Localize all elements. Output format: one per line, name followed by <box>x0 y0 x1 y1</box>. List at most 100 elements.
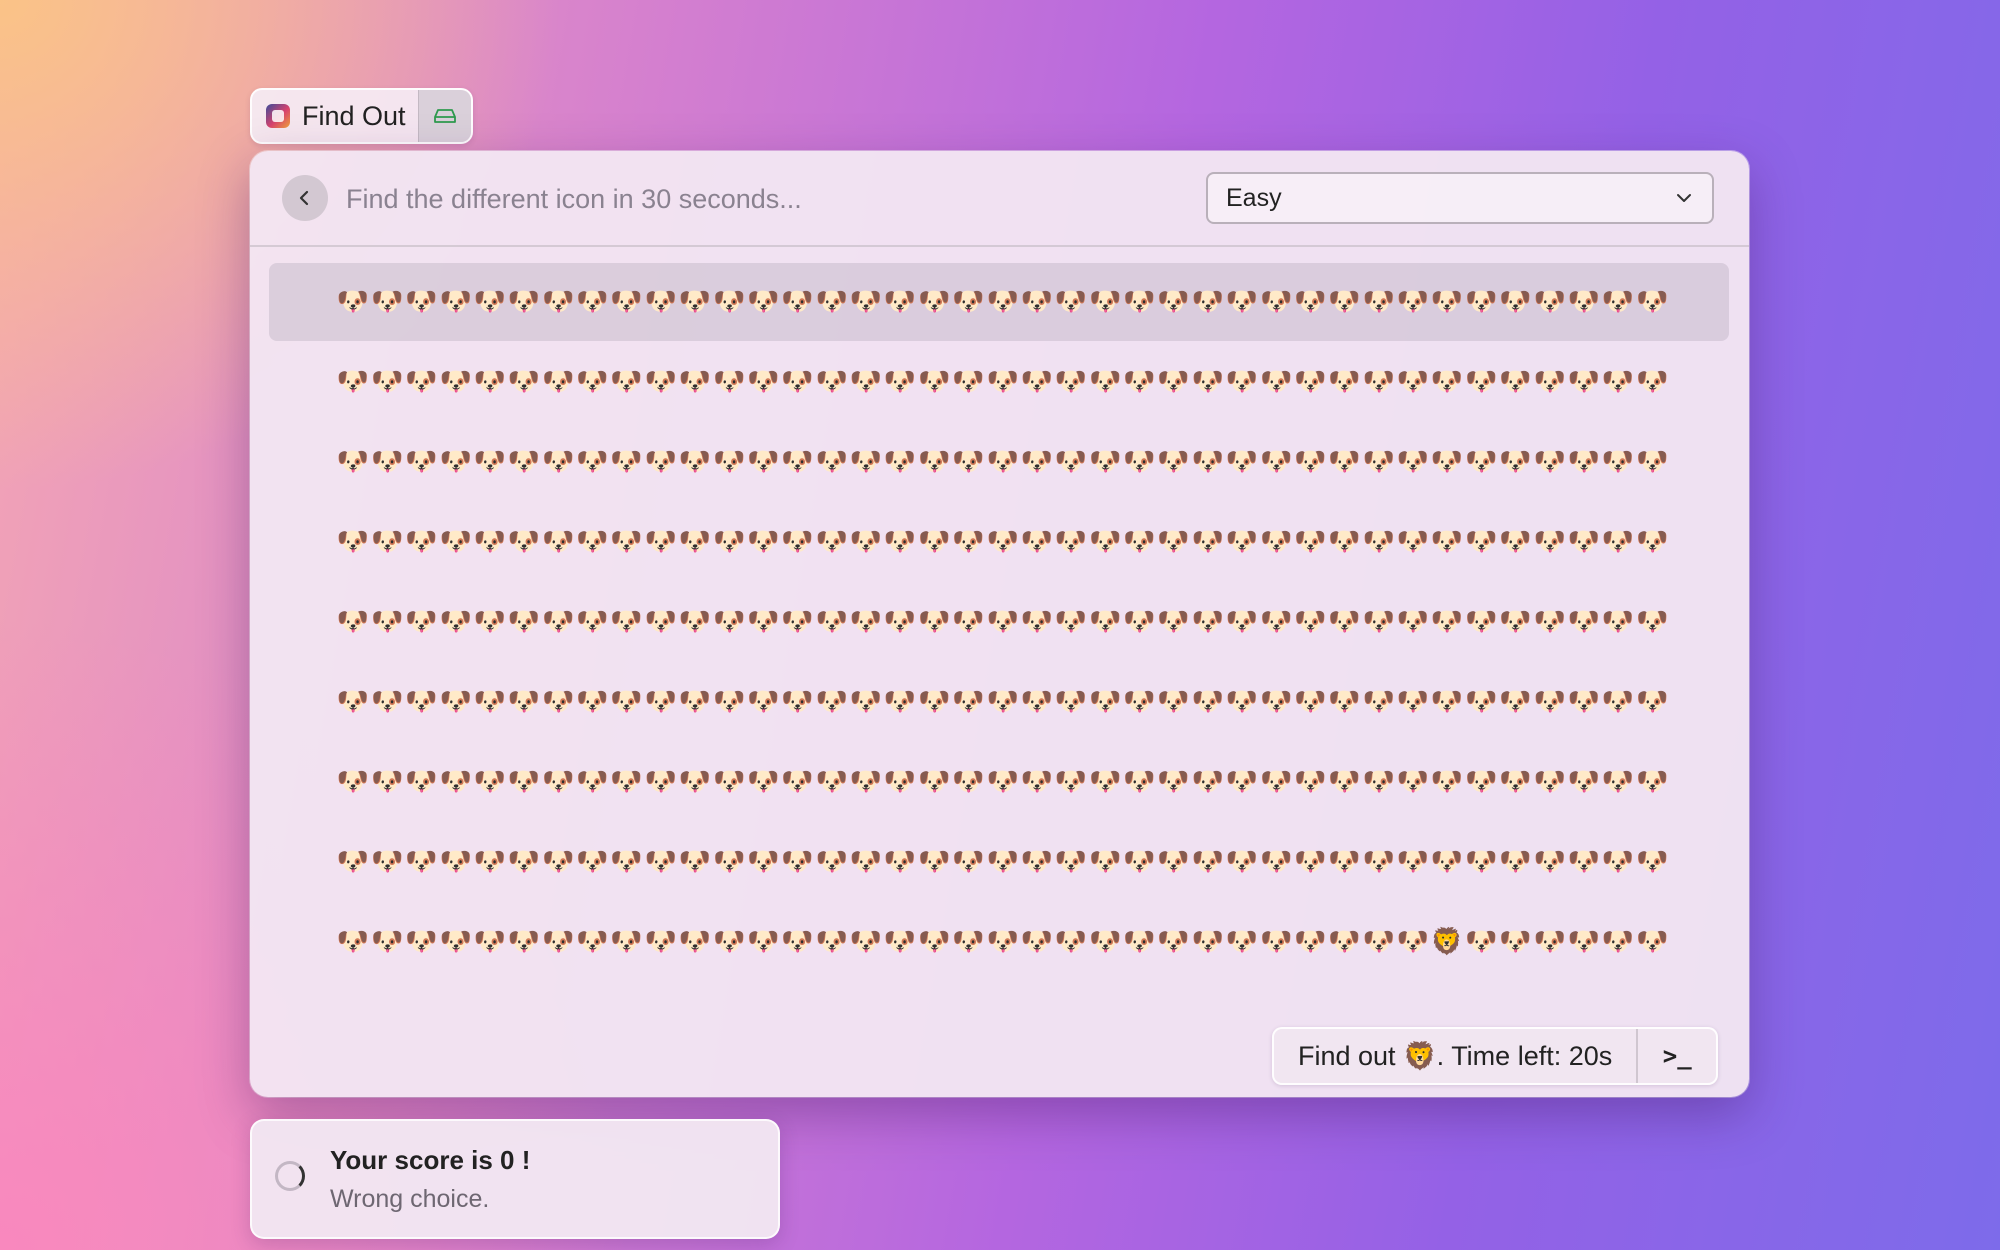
app-tab-main[interactable]: Find Out <box>252 90 418 142</box>
dog-face-icon: 🐶 <box>1123 607 1156 637</box>
dog-face-icon: 🐶 <box>1362 367 1395 397</box>
app-tab-title: Find Out <box>302 100 406 131</box>
list-item[interactable]: 🐶 🐶 🐶 🐶 🐶 🐶 🐶 🐶 🐶 🐶 🐶 🐶 🐶 🐶 🐶 🐶 🐶 🐶 🐶 🐶 🐶 🐶 🐶 🐶 🐶 🐶 🐶 🐶 🐶 🐶 🐶 🐶 🐶 🐶 🐶 🐶 🐶 🐶 🐶 <box>269 583 1729 661</box>
dog-face-icon: 🐶 <box>1020 527 1054 557</box>
dog-face-icon: 🐶 <box>1465 927 1498 957</box>
hard-drive-icon <box>433 109 456 123</box>
dog-face-icon: 🐶 <box>781 927 814 957</box>
dog-face-icon: 🐶 <box>1054 767 1088 797</box>
dog-face-icon: 🐶 <box>1465 687 1498 717</box>
row-icons: 🐶 🐶 🐶 🐶 🐶 🐶 🐶 🐶 🐶 🐶 🐶 🐶 🐶 🐶 🐶 🐶 🐶 🐶 🐶 🐶 🐶 🐶 🐶 🐶 🐶 🐶 🐶 🐶 🐶 🐶 🐶 🐶 🐶 🐶 🐶 🐶 🐶 🐶 🐶 <box>336 769 1669 795</box>
row-icons: 🐶 🐶 🐶 🐶 🐶 🐶 🐶 🐶 🐶 🐶 🐶 🐶 🐶 🐶 🐶 🐶 🐶 🐶 🐶 🐶 🐶 🐶 🐶 🐶 🐶 🐶 🐶 🐶 🐶 🐶 🐶 🐶 🐶 🐶 🐶 🐶 🐶 🐶 🐶 <box>336 369 1669 395</box>
list-item[interactable]: 🐶 🐶 🐶 🐶 🐶 🐶 🐶 🐶 🐶 🐶 🐶 🐶 🐶 🐶 🐶 🐶 🐶 🐶 🐶 🐶 🐶 🐶 🐶 🐶 🐶 🐶 🐶 🐶 🐶 🐶 🐶 🐶 🐶 🐶 🐶 🐶 🐶 🐶 🐶 <box>269 823 1729 901</box>
dog-face-icon: 🐶 <box>336 607 370 637</box>
dog-face-icon: 🐶 <box>1567 607 1601 637</box>
dog-face-icon: 🐶 <box>1567 847 1601 877</box>
list-item[interactable]: 🐶 🐶 🐶 🐶 🐶 🐶 🐶 🐶 🐶 🐶 🐶 🐶 🐶 🐶 🐶 🐶 🐶 🐶 🐶 🐶 🐶 🐶 🐶 🐶 🐶 🐶 🐶 🐶 🐶 🐶 🐶 🐶 🐶 🐶 🐶 🐶 🐶 🐶 🐶 <box>269 743 1729 821</box>
dog-face-icon: 🐶 <box>1499 287 1532 317</box>
dog-face-icon: 🐶 <box>712 607 746 637</box>
dog-face-icon: 🐶 <box>1328 847 1361 877</box>
dog-face-icon: 🐶 <box>1362 447 1395 477</box>
dog-face-icon: 🐶 <box>507 287 541 317</box>
dog-face-icon: 🐶 <box>610 687 643 717</box>
dog-face-icon: 🐶 <box>1157 367 1190 397</box>
app-tab[interactable]: Find Out <box>250 88 473 144</box>
dog-face-icon: 🐶 <box>610 927 643 957</box>
dog-face-icon: 🐶 <box>439 687 472 717</box>
find-out-action-button[interactable]: Find out 🦁. Time left: 20s <box>1274 1029 1636 1083</box>
tab-side-button[interactable] <box>417 90 471 142</box>
list-item[interactable]: 🐶 🐶 🐶 🐶 🐶 🐶 🐶 🐶 🐶 🐶 🐶 🐶 🐶 🐶 🐶 🐶 🐶 🐶 🐶 🐶 🐶 🐶 🐶 🐶 🐶 🐶 🐶 🐶 🐶 🐶 🐶 🐶 🐶 🐶 🐶 🐶 🐶 🐶 🐶 <box>269 423 1729 501</box>
terminal-icon[interactable]: >_ <box>1636 1029 1716 1083</box>
dog-face-icon: 🐶 <box>1567 767 1601 797</box>
list-item[interactable]: 🐶 🐶 🐶 🐶 🐶 🐶 🐶 🐶 🐶 🐶 🐶 🐶 🐶 🐶 🐶 🐶 🐶 🐶 🐶 🐶 🐶 🐶 🐶 🐶 🐶 🐶 🐶 🐶 🐶 🐶 🐶 🐶 🐶 🐶 🐶 🐶 🐶 🐶 🐶 <box>269 663 1729 741</box>
dog-face-icon: 🐶 <box>849 687 883 717</box>
dog-face-icon: 🐶 <box>883 367 917 397</box>
dog-face-icon: 🐶 <box>1533 447 1566 477</box>
dog-face-icon: 🐶 <box>405 367 438 397</box>
dog-face-icon: 🐶 <box>815 367 848 397</box>
dog-face-icon: 🐶 <box>405 607 438 637</box>
dog-face-icon: 🐶 <box>1636 287 1669 317</box>
dog-face-icon: 🐶 <box>986 447 1019 477</box>
row-icons: 🐶 🐶 🐶 🐶 🐶 🐶 🐶 🐶 🐶 🐶 🐶 🐶 🐶 🐶 🐶 🐶 🐶 🐶 🐶 🐶 🐶 🐶 🐶 🐶 🐶 🐶 🐶 🐶 🐶 🐶 🐶 🐶 🐶 🐶 🐶 🐶 🐶 🐶 🐶 <box>336 689 1669 715</box>
dog-face-icon: 🐶 <box>1362 927 1395 957</box>
dog-face-icon: 🐶 <box>986 767 1019 797</box>
dog-face-icon: 🐶 <box>1465 847 1498 877</box>
dog-face-icon: 🐶 <box>747 687 780 717</box>
dog-face-icon: 🐶 <box>1636 687 1669 717</box>
row-icons: 🐶 🐶 🐶 🐶 🐶 🐶 🐶 🐶 🐶 🐶 🐶 🐶 🐶 🐶 🐶 🐶 🐶 🐶 🐶 🐶 🐶 🐶 🐶 🐶 🐶 🐶 🐶 🐶 🐶 🐶 🐶 🐶 🐶 🐶 🐶 🐶 🐶 🐶 🐶 <box>336 289 1669 315</box>
dog-face-icon: 🐶 <box>747 447 780 477</box>
dog-face-icon: 🐶 <box>1533 287 1566 317</box>
dog-face-icon: 🐶 <box>849 927 883 957</box>
dog-face-icon: 🐶 <box>815 447 848 477</box>
dog-face-icon: 🐶 <box>542 767 575 797</box>
dog-face-icon: 🐶 <box>712 527 746 557</box>
dog-face-icon: 🐶 <box>1054 527 1088 557</box>
dog-face-icon: 🐶 <box>1499 687 1532 717</box>
dog-face-icon: 🐶 <box>1259 847 1293 877</box>
dog-face-icon: 🐶 <box>1294 287 1327 317</box>
dog-face-icon: 🐶 <box>1123 927 1156 957</box>
dog-face-icon: 🐶 <box>1259 687 1293 717</box>
dog-face-icon: 🐶 <box>849 367 883 397</box>
list-item[interactable]: 🐶 🐶 🐶 🐶 🐶 🐶 🐶 🐶 🐶 🐶 🐶 🐶 🐶 🐶 🐶 🐶 🐶 🐶 🐶 🐶 🐶 🐶 🐶 🐶 🐶 🐶 🐶 🐶 🐶 🐶 🐶 🐶 🐶 🐶 🐶 🐶 🐶 🐶 🐶 <box>269 503 1729 581</box>
dog-face-icon: 🐶 <box>405 687 438 717</box>
list-item[interactable]: 🐶 🐶 🐶 🐶 🐶 🐶 🐶 🐶 🐶 🐶 🐶 🐶 🐶 🐶 🐶 🐶 🐶 🐶 🐶 🐶 🐶 🐶 🐶 🐶 🐶 🐶 🐶 🐶 🐶 🐶 🐶 🐶 🐶 🐶 🐶 🐶 🐶 🐶 🐶 <box>269 263 1729 341</box>
dog-face-icon: 🐶 <box>1396 447 1430 477</box>
back-button[interactable] <box>282 175 328 221</box>
dog-face-icon: 🐶 <box>371 687 404 717</box>
dog-face-icon: 🐶 <box>439 447 472 477</box>
row-icons: 🐶 🐶 🐶 🐶 🐶 🐶 🐶 🐶 🐶 🐶 🐶 🐶 🐶 🐶 🐶 🐶 🐶 🐶 🐶 🐶 🐶 🐶 🐶 🐶 🐶 🐶 🐶 🐶 🐶 🐶 🐶 🐶 🦁 🐶 🐶 🐶 🐶 🐶 🐶 <box>336 929 1669 955</box>
dog-face-icon: 🐶 <box>1567 287 1601 317</box>
dog-face-icon: 🐶 <box>1123 287 1156 317</box>
dog-face-icon: 🐶 <box>1430 527 1464 557</box>
difficulty-dropdown[interactable]: Easy <box>1206 172 1714 224</box>
dog-face-icon: 🐶 <box>439 927 472 957</box>
search-input[interactable] <box>346 175 1146 223</box>
dog-face-icon: 🐶 <box>986 367 1019 397</box>
dog-face-icon: 🐶 <box>1054 687 1088 717</box>
dog-face-icon: 🐶 <box>1054 927 1088 957</box>
dog-face-icon: 🐶 <box>918 927 951 957</box>
dog-face-icon: 🐶 <box>849 847 883 877</box>
dog-face-icon: 🐶 <box>918 287 951 317</box>
dog-face-icon: 🐶 <box>1328 607 1361 637</box>
dog-face-icon: 🐶 <box>1225 687 1259 717</box>
dog-face-icon: 🐶 <box>576 847 609 877</box>
dog-face-icon: 🐶 <box>610 847 643 877</box>
dog-face-icon: 🐶 <box>644 687 677 717</box>
dog-face-icon: 🐶 <box>1362 767 1395 797</box>
dog-face-icon: 🐶 <box>542 927 575 957</box>
dog-face-icon: 🐶 <box>507 607 541 637</box>
dog-face-icon: 🐶 <box>1430 367 1464 397</box>
dog-face-icon: 🐶 <box>1020 607 1054 637</box>
list-item[interactable]: 🐶 🐶 🐶 🐶 🐶 🐶 🐶 🐶 🐶 🐶 🐶 🐶 🐶 🐶 🐶 🐶 🐶 🐶 🐶 🐶 🐶 🐶 🐶 🐶 🐶 🐶 🐶 🐶 🐶 🐶 🐶 🐶 🦁 🐶 🐶 🐶 🐶 🐶 🐶 <box>269 903 1729 981</box>
dog-face-icon: 🐶 <box>1191 847 1224 877</box>
dog-face-icon: 🐶 <box>1636 767 1669 797</box>
list-item[interactable]: 🐶 🐶 🐶 🐶 🐶 🐶 🐶 🐶 🐶 🐶 🐶 🐶 🐶 🐶 🐶 🐶 🐶 🐶 🐶 🐶 🐶 🐶 🐶 🐶 🐶 🐶 🐶 🐶 🐶 🐶 🐶 🐶 🐶 🐶 🐶 🐶 🐶 🐶 🐶 <box>269 343 1729 421</box>
dog-face-icon: 🐶 <box>1020 687 1054 717</box>
dog-face-icon: 🐶 <box>1499 527 1532 557</box>
dog-face-icon: 🐶 <box>1191 767 1224 797</box>
dog-face-icon: 🐶 <box>883 607 917 637</box>
